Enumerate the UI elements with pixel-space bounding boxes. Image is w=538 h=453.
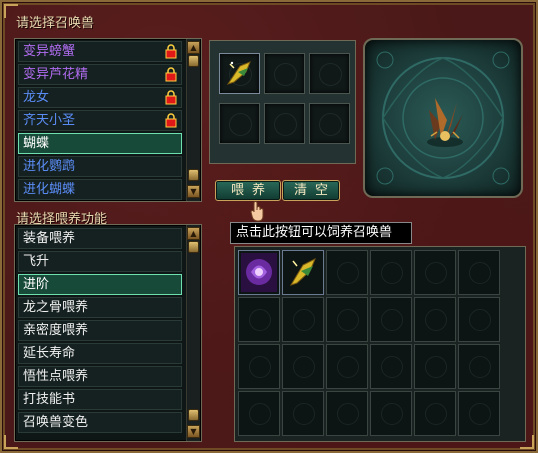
feed-slot-0[interactable] <box>219 53 260 94</box>
inventory-slot[interactable] <box>282 344 324 389</box>
function-item-6[interactable]: 悟性点喂养 <box>18 366 182 387</box>
inventory-slot[interactable] <box>370 250 412 295</box>
inventory-slot[interactable] <box>370 391 412 436</box>
function-item-8[interactable]: 召唤兽变色 <box>18 412 182 433</box>
pet-item-0[interactable]: 变异螃蟹 <box>18 41 182 62</box>
inventory-slot[interactable] <box>458 391 500 436</box>
pet-list: 变异螃蟹 变异芦花精 龙女 齐天小圣 蝴蝶 进化鹦鹉 进化蝴蝶 ▲ ▼ <box>14 38 202 202</box>
pet-item-6[interactable]: 进化蝴蝶 <box>18 179 182 200</box>
inventory-slot[interactable] <box>414 250 456 295</box>
pet-item-1[interactable]: 变异芦花精 <box>18 64 182 85</box>
arrow-up-icon[interactable]: ▲ <box>187 227 200 240</box>
pet-name: 齐天小圣 <box>23 113 76 128</box>
function-item-1[interactable]: 飞升 <box>18 251 182 272</box>
inventory-slot[interactable] <box>238 297 280 342</box>
inventory-slot[interactable] <box>282 391 324 436</box>
feather-item-icon <box>226 61 251 85</box>
pet-name: 变异芦花精 <box>23 67 89 82</box>
purple-orb-item-icon <box>241 253 277 292</box>
scroll-thumb[interactable] <box>188 55 199 67</box>
arrow-down-icon[interactable]: ▼ <box>187 425 200 438</box>
inventory-slot[interactable] <box>282 250 324 295</box>
pet-feeding-window: 请选择召唤兽 变异螃蟹 变异芦花精 龙女 齐天小圣 蝴蝶 进化鹦鹉 进化蝴蝶 ▲… <box>0 0 538 453</box>
inventory-slot[interactable] <box>326 297 368 342</box>
function-item-3[interactable]: 龙之骨喂养 <box>18 297 182 318</box>
feed-slot-3[interactable] <box>219 103 260 144</box>
inventory-slot[interactable] <box>326 250 368 295</box>
pet-list-scrollbar[interactable]: ▲ ▼ <box>186 39 200 201</box>
pet-name: 龙女 <box>23 90 50 105</box>
function-item-4[interactable]: 亲密度喂养 <box>18 320 182 341</box>
lock-icon <box>164 44 178 59</box>
feed-button-tooltip: 点击此按钮可以饲养召唤兽 <box>230 222 412 244</box>
inventory-slot[interactable] <box>370 297 412 342</box>
inventory-slot[interactable] <box>326 391 368 436</box>
lock-icon <box>164 113 178 128</box>
feather-item-icon <box>289 257 316 286</box>
butterfly-pet-sprite <box>427 98 463 147</box>
inventory-slot[interactable] <box>414 344 456 389</box>
pet-preview <box>363 38 523 198</box>
feed-button[interactable]: 喂养 <box>215 180 281 201</box>
feed-item-panel <box>209 40 356 164</box>
pet-item-4[interactable]: 蝴蝶 <box>18 133 182 154</box>
scroll-thumb[interactable] <box>188 241 199 253</box>
function-item-0[interactable]: 装备喂养 <box>18 228 182 249</box>
inventory-slot[interactable] <box>414 391 456 436</box>
pet-name: 变异螃蟹 <box>23 44 76 59</box>
arrow-up-icon[interactable]: ▲ <box>187 41 200 54</box>
inventory-slot[interactable] <box>238 250 280 295</box>
pet-item-5[interactable]: 进化鹦鹉 <box>18 156 182 177</box>
inventory-slot[interactable] <box>458 297 500 342</box>
arrow-down-icon[interactable]: ▼ <box>187 185 200 198</box>
scroll-thumb-lower[interactable] <box>188 169 199 181</box>
inventory-slot[interactable] <box>414 297 456 342</box>
feed-slot-5[interactable] <box>309 103 350 144</box>
inventory-slot[interactable] <box>238 391 280 436</box>
pet-section-title: 请选择召唤兽 <box>16 16 95 31</box>
lock-icon <box>164 67 178 82</box>
function-list-scrollbar[interactable]: ▲ ▼ <box>186 225 200 441</box>
inventory-slot[interactable] <box>326 344 368 389</box>
pet-name: 进化鹦鹉 <box>23 159 76 174</box>
inventory-slot[interactable] <box>238 344 280 389</box>
inventory-slot[interactable] <box>370 344 412 389</box>
function-item-7[interactable]: 打技能书 <box>18 389 182 410</box>
feed-slot-1[interactable] <box>264 53 305 94</box>
inventory-slot[interactable] <box>282 297 324 342</box>
lock-icon <box>164 90 178 105</box>
feed-slot-2[interactable] <box>309 53 350 94</box>
pet-item-2[interactable]: 龙女 <box>18 87 182 108</box>
function-item-2[interactable]: 进阶 <box>18 274 182 295</box>
clear-button[interactable]: 清空 <box>282 180 340 201</box>
hand-cursor-icon <box>250 201 264 222</box>
pet-name: 蝴蝶 <box>23 136 50 151</box>
pet-item-3[interactable]: 齐天小圣 <box>18 110 182 131</box>
inventory-slot[interactable] <box>458 250 500 295</box>
function-item-5[interactable]: 延长寿命 <box>18 343 182 364</box>
pet-name: 进化蝴蝶 <box>23 182 76 197</box>
inventory-slot[interactable] <box>458 344 500 389</box>
inventory-grid <box>234 246 526 442</box>
function-list: 装备喂养 飞升 进阶 龙之骨喂养 亲密度喂养 延长寿命 悟性点喂养 打技能书 召… <box>14 224 202 442</box>
feed-slot-4[interactable] <box>264 103 305 144</box>
scroll-thumb-lower[interactable] <box>188 409 199 421</box>
